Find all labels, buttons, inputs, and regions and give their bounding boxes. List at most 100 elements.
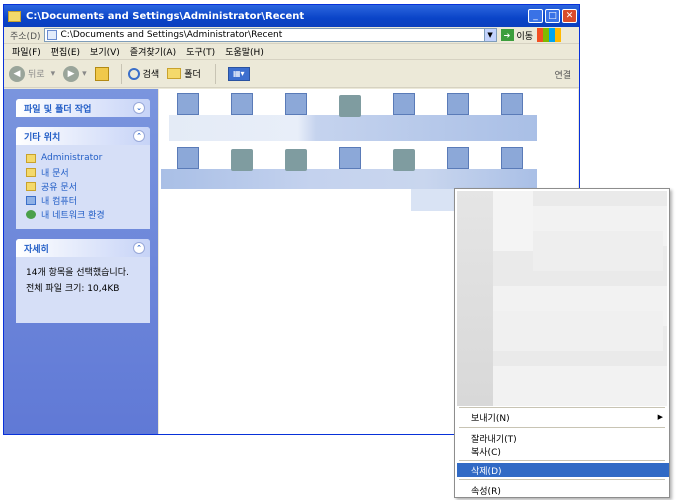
menu-edit[interactable]: 편집(E)	[51, 45, 80, 58]
up-folder-icon[interactable]	[94, 66, 109, 81]
close-button[interactable]: ✕	[562, 9, 577, 23]
selection-highlight	[161, 169, 537, 189]
chevron-up-icon[interactable]: ⌃	[133, 130, 145, 142]
other-places-panel: 기타 위치 ⌃ Administrator 내 문서 공유 문서 내 컴퓨터 내…	[16, 127, 150, 229]
file-icon[interactable]	[231, 93, 253, 115]
file-icon[interactable]	[447, 93, 469, 115]
minimize-button[interactable]: _	[528, 9, 543, 23]
folder-shortcut-icon[interactable]	[339, 95, 361, 117]
details-header[interactable]: 자세히 ⌃	[16, 239, 150, 257]
windows-logo-icon	[537, 28, 562, 42]
menu-help[interactable]: 도움말(H)	[225, 45, 264, 58]
menu-item-cut[interactable]: 잘라내기(T)	[457, 431, 669, 445]
menu-view[interactable]: 보기(V)	[90, 45, 120, 58]
search-icon[interactable]	[127, 67, 140, 80]
details-selection-count: 14개 항목을 선택했습니다.	[26, 268, 129, 278]
folder-shortcut-icon[interactable]	[393, 149, 415, 171]
back-button[interactable]: 뒤로	[28, 67, 45, 80]
place-shared-documents[interactable]: 공유 문서	[16, 179, 150, 193]
folder-icon	[26, 167, 36, 177]
chevron-down-icon[interactable]: ⌄	[133, 102, 145, 114]
menu-item-label: 삭제(D)	[471, 466, 502, 477]
place-label: 공유 문서	[41, 182, 77, 193]
go-button[interactable]: 이동	[517, 29, 534, 42]
place-administrator[interactable]: Administrator	[16, 151, 150, 165]
place-my-computer[interactable]: 내 컴퓨터	[16, 193, 150, 207]
context-menu: 보내기(N) ▶ 잘라내기(T) 복사(C) 삭제(D) 속성(R)	[454, 188, 670, 498]
address-input[interactable]: C:\Documents and Settings\Administrator\…	[43, 28, 497, 42]
computer-icon	[26, 195, 36, 205]
address-bar: 주소(D) C:\Documents and Settings\Administ…	[4, 27, 579, 44]
folder-shortcut-icon[interactable]	[285, 149, 307, 171]
address-label: 주소(D)	[10, 31, 41, 42]
file-icon[interactable]	[339, 147, 361, 169]
file-folder-tasks-panel: 파일 및 폴더 작업 ⌄	[16, 99, 150, 117]
forward-arrow-icon[interactable]: ▶	[63, 65, 80, 82]
place-label: Administrator	[41, 153, 103, 163]
network-icon	[26, 209, 36, 219]
menu-separator	[459, 460, 665, 461]
file-icon[interactable]	[501, 93, 523, 115]
folders-button[interactable]: 폴더	[184, 67, 201, 80]
page-icon	[46, 30, 57, 40]
place-network[interactable]: 내 네트워크 환경	[16, 207, 150, 221]
menu-item-label: 보내기(N)	[471, 413, 510, 424]
menu-item-label: 속성(R)	[471, 486, 501, 497]
blur-block	[533, 231, 663, 271]
toolbar: ◀ 뒤로 ▾ ▶ ▾ 검색 폴더 ▦▾ 연결	[4, 60, 579, 88]
folder-icon	[26, 181, 36, 191]
menu-bar: 파일(F) 편집(E) 보기(V) 즐겨찾기(A) 도구(T) 도움말(H)	[4, 44, 579, 60]
file-icon[interactable]	[177, 93, 199, 115]
folder-icon	[8, 10, 21, 22]
submenu-arrow-icon: ▶	[657, 413, 663, 421]
panel-title: 자세히	[24, 244, 49, 255]
address-path: C:\Documents and Settings\Administrator\…	[60, 30, 283, 40]
place-label: 내 문서	[41, 168, 69, 179]
menu-separator	[459, 427, 665, 428]
place-my-documents[interactable]: 내 문서	[16, 165, 150, 179]
search-button[interactable]: 검색	[143, 67, 160, 80]
menu-item-delete[interactable]: 삭제(D)	[457, 463, 669, 477]
task-pane: 파일 및 폴더 작업 ⌄ 기타 위치 ⌃ Administrator 내 문서	[4, 89, 158, 434]
menu-item-send-to[interactable]: 보내기(N) ▶	[457, 410, 669, 424]
blur-block	[493, 191, 533, 251]
menu-tools[interactable]: 도구(T)	[186, 45, 215, 58]
folder-icon	[26, 153, 36, 163]
blurred-menu-region	[457, 191, 667, 406]
file-folder-tasks-header[interactable]: 파일 및 폴더 작업 ⌄	[16, 99, 150, 117]
menu-separator	[459, 407, 665, 408]
views-icon[interactable]: ▦▾	[227, 66, 250, 81]
menu-file[interactable]: 파일(F)	[12, 45, 41, 58]
window-title: C:\Documents and Settings\Administrator\…	[26, 10, 305, 22]
menu-item-copy[interactable]: 복사(C)	[457, 444, 669, 458]
back-arrow-icon[interactable]: ◀	[9, 65, 25, 82]
details-total-size: 전체 파일 크기: 10,4KB	[26, 284, 120, 294]
blur-block	[493, 311, 663, 351]
file-icon[interactable]	[177, 147, 199, 169]
blur-block	[457, 191, 493, 406]
other-places-header[interactable]: 기타 위치 ⌃	[16, 127, 150, 145]
file-icon[interactable]	[285, 93, 307, 115]
menu-favorites[interactable]: 즐겨찾기(A)	[130, 45, 176, 58]
panel-title: 파일 및 폴더 작업	[24, 104, 92, 115]
title-bar[interactable]: C:\Documents and Settings\Administrator\…	[4, 5, 579, 27]
file-icon[interactable]	[501, 147, 523, 169]
menu-item-properties[interactable]: 속성(R)	[457, 483, 669, 497]
file-icon[interactable]	[393, 93, 415, 115]
details-panel: 자세히 ⌃ 14개 항목을 선택했습니다. 전체 파일 크기: 10,4KB	[16, 239, 150, 323]
selection-highlight	[411, 189, 455, 211]
menu-separator	[459, 479, 665, 480]
maximize-button[interactable]: □	[545, 9, 560, 23]
chevron-down-icon[interactable]: ▼	[483, 29, 496, 41]
folder-shortcut-icon[interactable]	[231, 149, 253, 171]
toolbar-separator	[214, 63, 216, 84]
links-button[interactable]: 연결	[554, 68, 571, 81]
place-label: 내 네트워크 환경	[41, 210, 105, 221]
back-dropdown-icon[interactable]: ▾	[51, 69, 56, 79]
go-arrow-icon[interactable]: ➔	[500, 29, 514, 41]
forward-dropdown-icon[interactable]: ▾	[82, 69, 87, 79]
chevron-up-icon[interactable]: ⌃	[133, 242, 145, 254]
place-label: 내 컴퓨터	[41, 196, 77, 207]
file-icon[interactable]	[447, 147, 469, 169]
folders-icon[interactable]	[167, 68, 182, 79]
